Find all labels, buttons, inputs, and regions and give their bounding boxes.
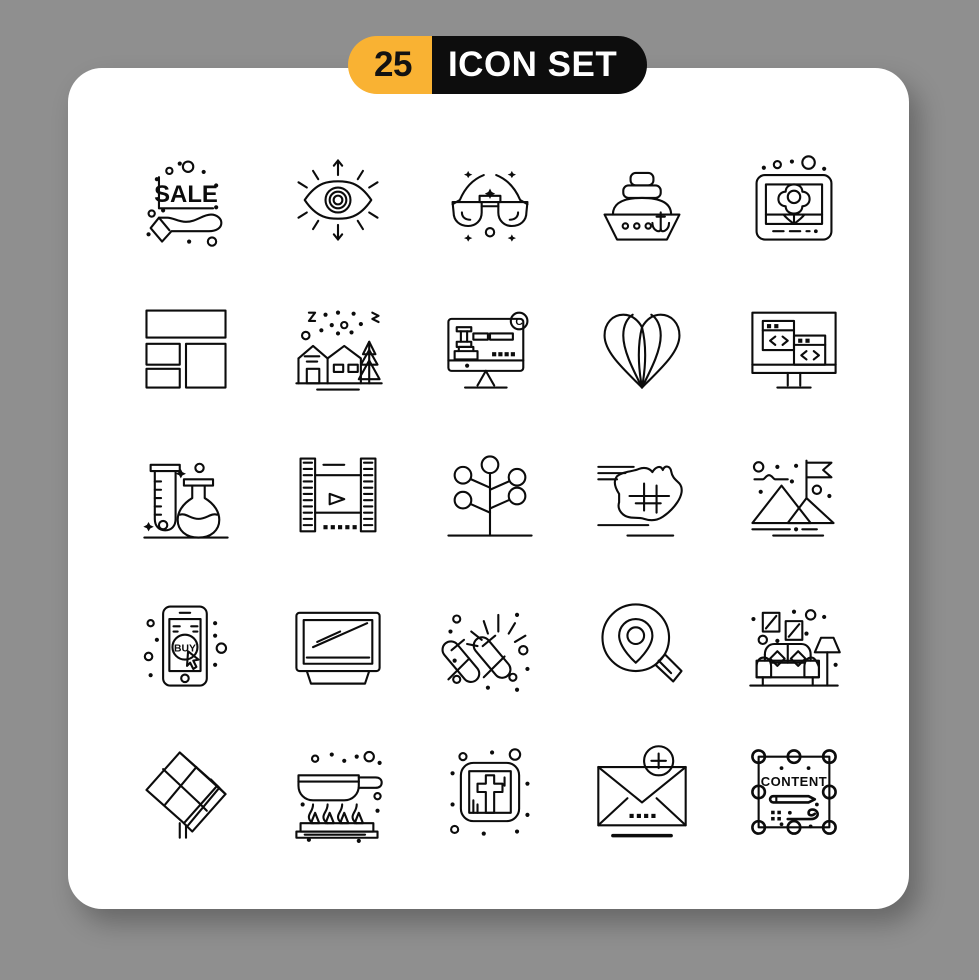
icon-cell-film-strip-play[interactable] — [262, 422, 414, 570]
icon-set-title: ICON SET — [431, 36, 648, 94]
icon-cell-desktop-monitor[interactable] — [262, 570, 414, 718]
eye-vision-icon — [286, 148, 390, 252]
icon-cell-frying-pan-stove[interactable] — [262, 718, 414, 866]
icon-cell-solar-panel[interactable] — [110, 718, 262, 866]
living-room-sofa-icon — [742, 592, 846, 696]
church-bible-icon — [438, 740, 530, 836]
mountain-flag-icon — [742, 444, 846, 548]
layout-grid-icon — [134, 296, 238, 400]
sale-text: SALE — [154, 181, 218, 208]
icon-cell-lab-flask[interactable] — [110, 422, 262, 570]
copyright-monitor-icon: C — [438, 296, 542, 400]
icon-cell-australia-map[interactable] — [566, 422, 718, 570]
network-tree-icon — [438, 444, 542, 548]
mobile-buy-icon: BUY — [134, 592, 238, 696]
icon-cell-mobile-buy[interactable]: BUY — [110, 570, 262, 718]
sale-hand-icon: SALE — [146, 148, 238, 252]
icon-cell-flower-picture[interactable] — [718, 126, 870, 274]
icon-cell-heart-balloon[interactable] — [566, 274, 718, 422]
heart-balloon-icon — [590, 296, 694, 400]
icon-grid: SALE C BUY CONTENT — [110, 126, 870, 866]
icon-cell-church-bible[interactable] — [414, 718, 566, 866]
icon-cell-layout-grid[interactable] — [110, 274, 262, 422]
icon-cell-cruise-ship[interactable] — [566, 126, 718, 274]
content-text: CONTENT — [761, 774, 827, 789]
icon-cell-content-board[interactable]: CONTENT — [718, 718, 870, 866]
code-windows-icon — [742, 296, 846, 400]
content-board-icon: CONTENT — [742, 740, 846, 844]
icon-cell-location-search[interactable] — [566, 570, 718, 718]
icon-cell-eye-vision[interactable] — [262, 126, 414, 274]
icon-cell-sparklers[interactable] — [414, 570, 566, 718]
icon-cell-code-windows[interactable] — [718, 274, 870, 422]
lab-flask-icon — [134, 444, 238, 548]
title-badge: 25 ICON SET — [348, 36, 648, 94]
icon-cell-network-tree[interactable] — [414, 422, 566, 570]
sunglasses-icon — [438, 170, 542, 242]
flower-picture-icon — [742, 148, 846, 252]
buy-text: BUY — [174, 643, 196, 654]
desktop-monitor-icon — [286, 592, 390, 696]
icon-cell-sunglasses[interactable] — [414, 126, 566, 274]
film-strip-play-icon — [286, 444, 390, 548]
icon-cell-copyright-monitor[interactable]: C — [414, 274, 566, 422]
sparklers-icon — [438, 612, 530, 692]
icon-set-page: 25 ICON SET SALE C BUY CONTENT — [0, 0, 979, 980]
australia-map-icon — [590, 444, 694, 548]
icon-cell-living-room-sofa[interactable] — [718, 570, 870, 718]
icon-count-label: 25 — [348, 36, 432, 94]
icon-cell-snow-house[interactable] — [262, 274, 414, 422]
copyright-letter: C — [515, 317, 523, 328]
add-mail-icon — [590, 740, 694, 844]
icon-cell-mountain-flag[interactable] — [718, 422, 870, 570]
icon-cell-add-mail[interactable] — [566, 718, 718, 866]
cruise-ship-icon — [590, 148, 694, 252]
icon-cell-sale-hand[interactable]: SALE — [110, 126, 262, 274]
frying-pan-stove-icon — [286, 740, 390, 843]
location-search-icon — [590, 592, 694, 696]
snow-house-icon — [286, 310, 390, 400]
solar-panel-icon — [134, 740, 238, 844]
